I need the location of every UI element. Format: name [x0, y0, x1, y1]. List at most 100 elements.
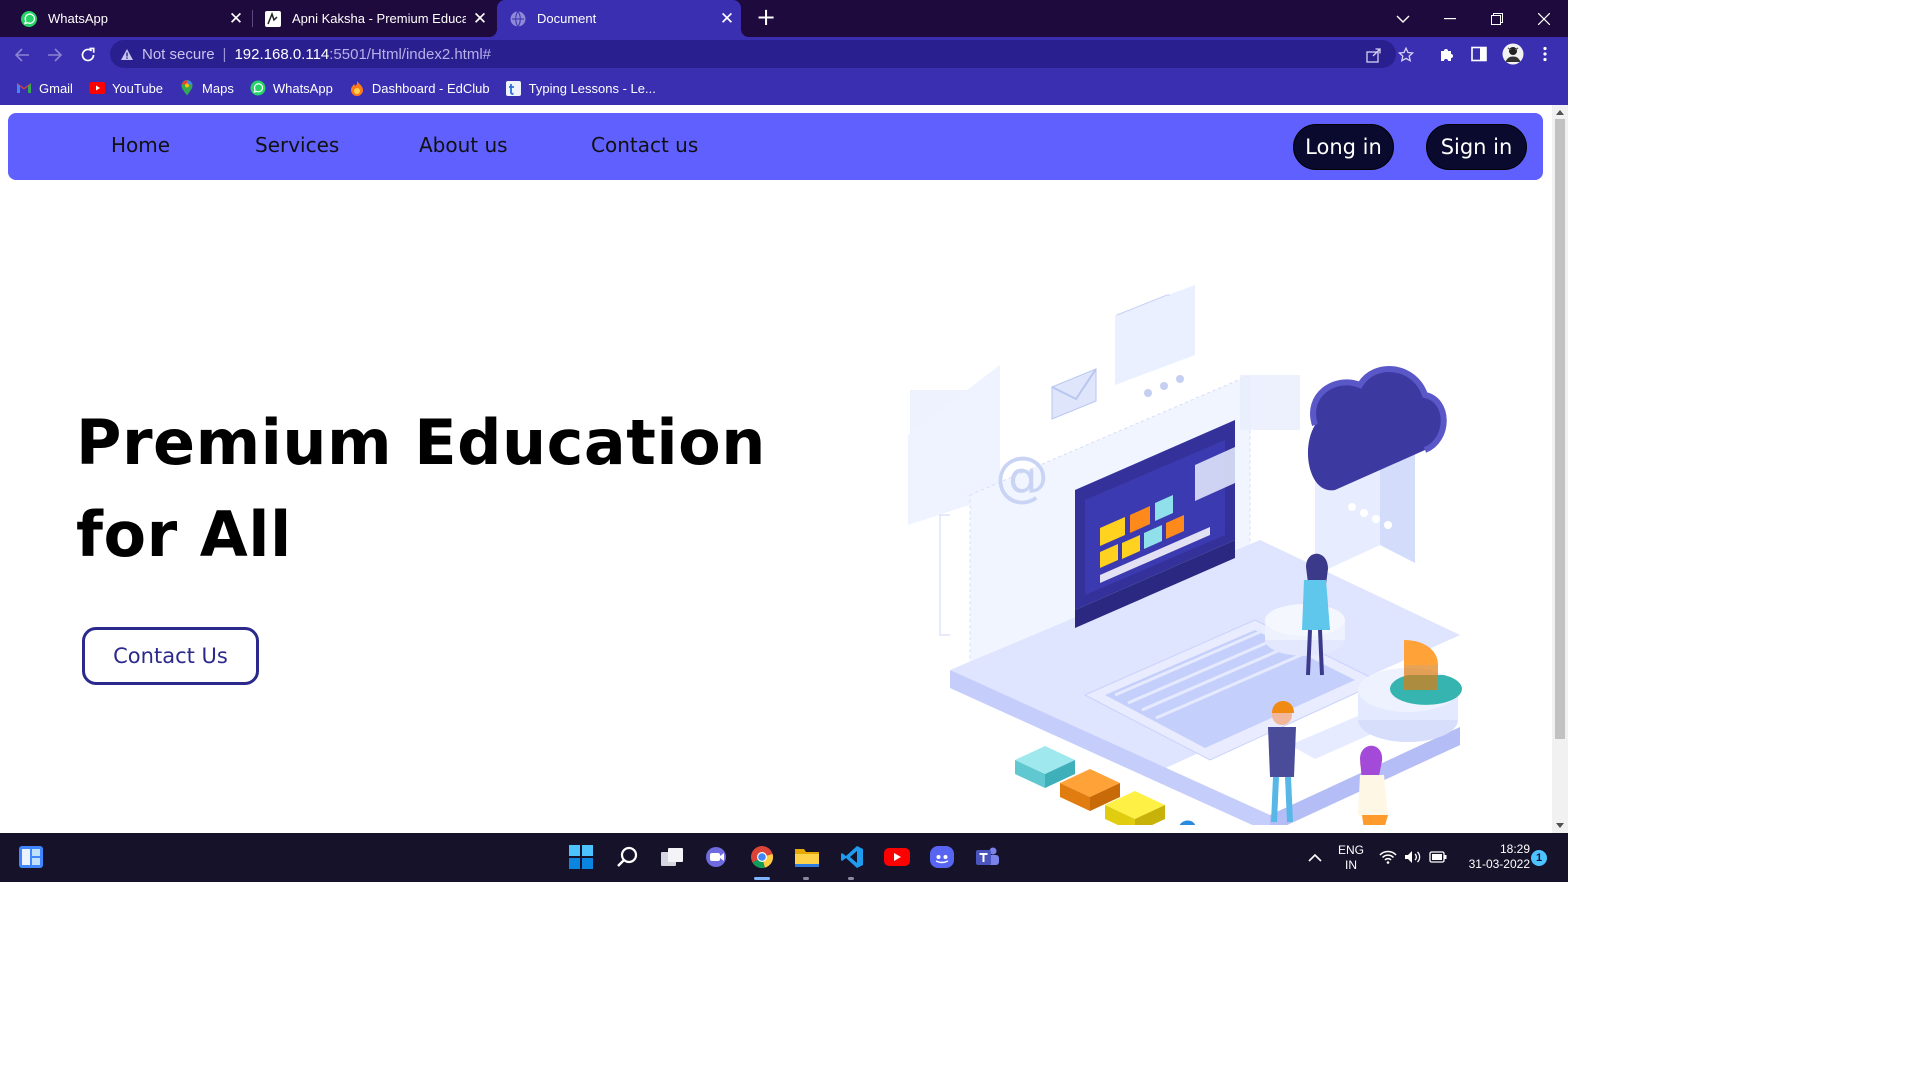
- scroll-up-icon[interactable]: [1556, 110, 1564, 115]
- vscode-button[interactable]: [838, 843, 866, 871]
- language-indicator[interactable]: ENG IN: [1334, 843, 1368, 873]
- close-icon: [1538, 12, 1550, 25]
- profile-avatar[interactable]: [1501, 42, 1525, 66]
- reload-button[interactable]: [74, 41, 102, 69]
- page-viewport: Home Services About us Contact us Long i…: [0, 105, 1552, 833]
- hero-title: Premium Education for All: [76, 397, 796, 581]
- tab-search-button[interactable]: [1380, 0, 1426, 37]
- bookmark-typing-lessons[interactable]: Typing Lessons - Le...: [506, 80, 656, 96]
- arrow-left-icon: [14, 48, 29, 62]
- start-button[interactable]: [567, 843, 595, 871]
- tab-whatsapp[interactable]: WhatsApp ✕: [2, 0, 250, 37]
- signin-button[interactable]: Sign in: [1426, 124, 1527, 170]
- vscode-icon: [841, 846, 863, 868]
- new-tab-button[interactable]: +: [752, 4, 780, 32]
- discord-icon: [930, 846, 954, 868]
- tab-document[interactable]: Document ✕: [489, 0, 749, 37]
- bookmark-youtube[interactable]: YouTube: [88, 80, 164, 96]
- nav-link-contact-us[interactable]: Contact us: [591, 133, 698, 157]
- bookmark-whatsapp[interactable]: WhatsApp: [250, 80, 333, 96]
- avatar-icon: [1502, 43, 1524, 65]
- share-icon[interactable]: [1366, 47, 1382, 63]
- tray-overflow-button[interactable]: [1302, 843, 1328, 871]
- restore-button[interactable]: [1474, 0, 1520, 37]
- search-icon: [617, 846, 638, 867]
- start-icon: [569, 845, 593, 869]
- kebab-menu-icon: [1543, 46, 1547, 62]
- scroll-down-icon[interactable]: [1556, 823, 1564, 828]
- clock-time: 18:29: [1499, 842, 1530, 856]
- tab-apni-kaksha[interactable]: Apni Kaksha - Premium Education ✕: [254, 0, 494, 37]
- restore-icon: [1491, 12, 1503, 25]
- bookmark-label: Gmail: [39, 80, 73, 96]
- side-panel-button[interactable]: [1468, 43, 1490, 65]
- minimize-button[interactable]: [1427, 0, 1473, 37]
- running-app-indicator: [803, 877, 809, 880]
- active-app-indicator: [754, 877, 770, 880]
- login-button[interactable]: Long in: [1293, 124, 1394, 170]
- language-region: IN: [1345, 858, 1357, 872]
- chrome-button[interactable]: [748, 843, 776, 871]
- clock-date: 31-03-2022: [1468, 857, 1530, 871]
- person-bottom: [1179, 820, 1196, 825]
- bookmark-label: YouTube: [111, 80, 164, 96]
- notification-badge[interactable]: 1: [1531, 850, 1547, 866]
- search-button[interactable]: [613, 843, 641, 871]
- file-explorer-button[interactable]: [793, 843, 821, 871]
- chevron-down-icon: [1396, 15, 1410, 23]
- running-app-indicator: [848, 877, 854, 880]
- wifi-button[interactable]: [1376, 843, 1400, 871]
- star-icon[interactable]: [1398, 47, 1414, 63]
- language-code: ENG: [1337, 843, 1364, 857]
- close-window-button[interactable]: [1521, 0, 1567, 37]
- extensions-button[interactable]: [1436, 43, 1458, 65]
- bookmark-gmail[interactable]: Gmail: [16, 80, 73, 96]
- gmail-icon: [16, 80, 32, 96]
- hero-title-line-1: Premium Education: [76, 406, 766, 479]
- minimize-icon: [1444, 17, 1456, 19]
- bookmark-maps[interactable]: Maps: [179, 80, 234, 96]
- person-right: [1358, 745, 1388, 825]
- youtube-icon: [88, 80, 105, 96]
- scrollbar-thumb[interactable]: [1555, 119, 1565, 739]
- battery-button[interactable]: [1426, 843, 1450, 871]
- back-button[interactable]: [8, 41, 36, 69]
- tab-divider: [252, 10, 253, 27]
- nav-link-home[interactable]: Home: [111, 133, 170, 157]
- address-bar[interactable]: Not secure | 192.168.0.114 :5501/Html/in…: [110, 40, 1414, 68]
- task-view-icon: [661, 848, 683, 866]
- windows-taskbar: ENG IN 18:29 31-03-2022 1: [0, 833, 1568, 882]
- task-view-button[interactable]: [658, 843, 686, 871]
- puzzle-icon: [1441, 49, 1453, 61]
- hero-title-line-2: for All: [76, 498, 292, 571]
- chrome-icon: [751, 846, 774, 869]
- widgets-button[interactable]: [17, 843, 45, 871]
- teams-button[interactable]: [973, 843, 1001, 871]
- nav-link-services[interactable]: Services: [255, 133, 339, 157]
- close-icon[interactable]: ✕: [222, 9, 250, 29]
- typing-icon: [506, 80, 522, 96]
- widgets-icon: [19, 846, 43, 868]
- chevron-up-icon: [1308, 853, 1322, 862]
- page-scrollbar[interactable]: [1552, 105, 1568, 833]
- apni-kaksha-icon: [265, 10, 281, 27]
- nav-link-about-us[interactable]: About us: [419, 133, 508, 157]
- teams-chat-icon: [706, 847, 726, 867]
- volume-button[interactable]: [1401, 843, 1425, 871]
- tab-title: WhatsApp: [48, 11, 108, 26]
- menu-button[interactable]: [1534, 43, 1556, 65]
- bookmark-edclub[interactable]: Dashboard - EdClub: [349, 80, 490, 96]
- teams-chat-button[interactable]: [703, 843, 731, 871]
- clock[interactable]: 18:29 31-03-2022: [1456, 842, 1530, 872]
- youtube-button[interactable]: [883, 843, 911, 871]
- discord-button[interactable]: [928, 843, 956, 871]
- side-panel-icon: [1471, 46, 1487, 62]
- contact-us-button[interactable]: Contact Us: [82, 627, 259, 685]
- forward-button[interactable]: [41, 41, 69, 69]
- close-icon[interactable]: ✕: [713, 9, 741, 29]
- globe-icon: [510, 10, 526, 27]
- close-icon[interactable]: ✕: [466, 9, 494, 29]
- security-label[interactable]: Not secure: [142, 46, 215, 63]
- reload-icon: [81, 47, 95, 62]
- whatsapp-icon: [21, 10, 37, 27]
